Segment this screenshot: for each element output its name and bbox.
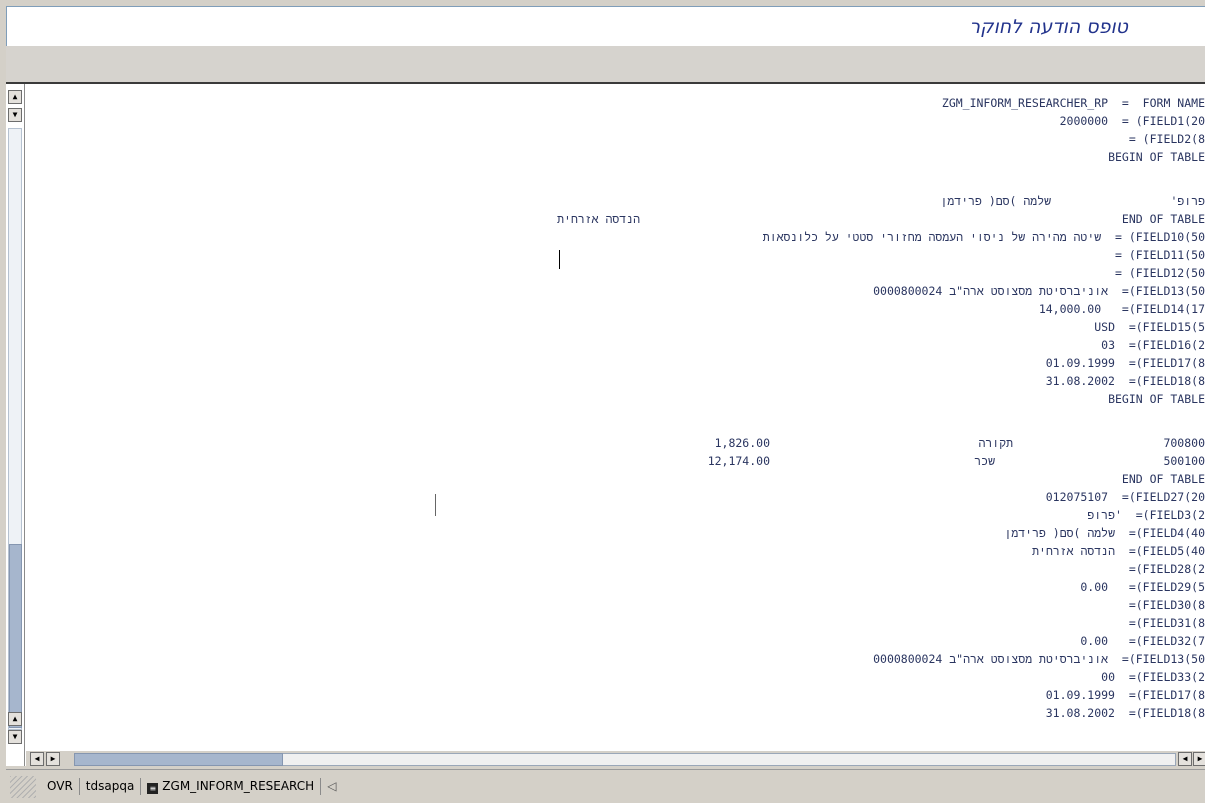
scroll-right-icon[interactable]: ▶ xyxy=(46,752,60,766)
mouse-ibeam-icon xyxy=(435,494,436,516)
report-line: =(FIELD31(8 xyxy=(1128,616,1205,630)
status-program: ≡ ZGM_INFORM_RESEARCH xyxy=(141,778,322,795)
report-content: ZGM_INFORM_RESEARCHER_RP = FORM NAME 200… xyxy=(24,84,1205,736)
scroll-down-bottom-icon[interactable]: ▼ xyxy=(8,730,22,744)
report-line: הנדסה אזרחית =(FIELD5(40 xyxy=(1032,544,1205,558)
table-cell: 1,826.00 xyxy=(714,436,770,450)
scroll-up-bottom-icon[interactable]: ▲ xyxy=(8,712,22,726)
status-server: tdsapqa xyxy=(80,778,142,795)
report-line: שיטה מהירה של ניסוי העמסה מחזורי סטטי על… xyxy=(762,230,1205,244)
status-mode: OVR xyxy=(41,778,80,795)
report-line: 01.09.1999 =(FIELD17(8 xyxy=(1045,356,1205,370)
vertical-scroll-thumb[interactable] xyxy=(9,544,22,728)
report-line: END OF TABLE xyxy=(1121,212,1205,226)
report-line: 2000000 = (FIELD1(20 xyxy=(1059,114,1205,128)
status-collapse-icon[interactable]: ◁ xyxy=(321,778,342,795)
scroll-left-end-icon[interactable]: ◀ xyxy=(1178,752,1192,766)
report-line: = (FIELD12(50 xyxy=(1114,266,1205,280)
title-bar: טופס הודעה לחוקר xyxy=(6,6,1205,46)
text-cursor xyxy=(559,250,560,269)
horizontal-scrollbar[interactable]: ◀ ▶ ◀ ▶ xyxy=(26,751,1205,767)
table-cell: שלמה )סם( פרידמן xyxy=(940,194,1051,208)
report-line: USD =(FIELD15(5 xyxy=(1094,320,1205,334)
table-cell: תקורה xyxy=(978,436,1013,450)
table-cell: 12,174.00 xyxy=(707,454,770,468)
application-toolbar xyxy=(6,46,1205,84)
report-line: 0000800024 אוניברסיטת מסצוסט ארה"ב =(FIE… xyxy=(873,652,1205,666)
report-line: 012075107 =(FIELD27(20 xyxy=(1045,490,1205,504)
report-area: ▲ ▼ ▲ ▼ ZGM_INFORM_RESEARCHER_RP = FORM … xyxy=(6,84,1205,766)
vertical-scrollbar[interactable]: ▲ ▼ ▲ ▼ xyxy=(6,84,25,766)
report-line: = (FIELD11(50 xyxy=(1114,248,1205,262)
scroll-right-end-icon[interactable]: ▶ xyxy=(1193,752,1205,766)
report-line: שלמה )סם( פרידמן =(FIELD4(40 xyxy=(1004,526,1205,540)
report-line: 31.08.2002 =(FIELD18(8 xyxy=(1045,374,1205,388)
table-row: 500100 שכר 12,174.00 xyxy=(505,452,1205,470)
report-line: =(FIELD28(2 xyxy=(1128,562,1205,576)
report-line: 14,000.00 =(FIELD14(17 xyxy=(1038,302,1205,316)
report-line: 0000800024 אוניברסיטת מסצוסט ארה"ב =(FIE… xyxy=(873,284,1205,298)
table-cell: פרופ' xyxy=(1170,194,1205,208)
report-line: 0.00 =(FIELD32(7 xyxy=(1080,634,1205,648)
table-cell: 500100 xyxy=(1163,454,1205,468)
report-line: ZGM_INFORM_RESEARCHER_RP = FORM NAME xyxy=(941,96,1205,110)
report-line: BEGIN OF TABLE xyxy=(1108,150,1205,164)
status-bar: OVR tdsapqa ≡ ZGM_INFORM_RESEARCH ◁ xyxy=(6,769,1205,803)
window-title: טופס הודעה לחוקר xyxy=(969,16,1128,38)
report-line: BEGIN OF TABLE xyxy=(1108,392,1205,406)
resize-grip-icon xyxy=(10,776,36,798)
report-line: פרופ' =(FIELD3(2 xyxy=(1087,508,1205,522)
report-line: 00 =(FIELD33(2 xyxy=(1101,670,1205,684)
report-line: 03 =(FIELD16(2 xyxy=(1101,338,1205,352)
scroll-down-icon[interactable]: ▼ xyxy=(8,108,22,122)
report-line: 0.00 =(FIELD29(5 xyxy=(1080,580,1205,594)
scroll-left-icon[interactable]: ◀ xyxy=(30,752,44,766)
table-cell: 700800 xyxy=(1163,436,1205,450)
table-cell: הנדסה אזרחית xyxy=(557,212,640,226)
table-row: 700800 תקורה 1,826.00 xyxy=(505,434,1205,452)
horizontal-scroll-thumb[interactable] xyxy=(74,753,283,766)
session-icon: ≡ xyxy=(147,783,159,794)
report-line: END OF TABLE xyxy=(1121,472,1205,486)
report-line: = (FIELD2(8 xyxy=(1128,132,1205,146)
scroll-up-icon[interactable]: ▲ xyxy=(8,90,22,104)
table-cell: שכר xyxy=(974,454,995,468)
report-line: =(FIELD30(8 xyxy=(1128,598,1205,612)
report-line: 31.08.2002 =(FIELD18(8 xyxy=(1045,706,1205,720)
report-line: 01.09.1999 =(FIELD17(8 xyxy=(1045,688,1205,702)
